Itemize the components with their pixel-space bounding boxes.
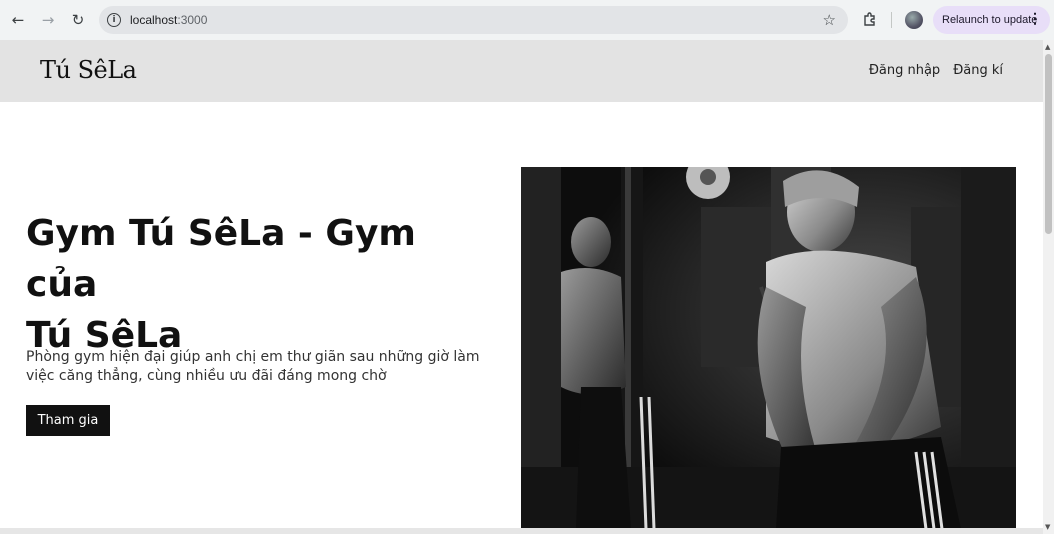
url-text[interactable]: localhost:3000	[130, 13, 207, 27]
star-icon[interactable]: ☆	[823, 11, 836, 29]
kebab-icon[interactable]: ⋮	[1028, 10, 1042, 27]
scroll-down-icon[interactable]: ▼	[1045, 523, 1050, 531]
browser-toolbar: ← → ↻ i localhost:3000 ☆ Relaunch to upd…	[0, 0, 1054, 40]
relaunch-label: Relaunch to update	[942, 14, 1038, 26]
page-scrollbar[interactable]: ▲ ▼	[1043, 40, 1054, 534]
register-link[interactable]: Đăng kí	[953, 63, 1003, 78]
profile-avatar[interactable]	[905, 11, 923, 29]
relaunch-button[interactable]: Relaunch to update ⋮	[933, 6, 1050, 34]
forward-icon[interactable]: →	[33, 5, 63, 35]
reload-icon[interactable]: ↻	[63, 5, 93, 35]
bottom-strip	[0, 528, 1043, 534]
site-logo[interactable]: Tú SêLa	[40, 56, 137, 84]
hero-title: Gym Tú SêLa - Gym của Tú SêLa	[26, 208, 496, 361]
hero-description-line2: việc căng thẳng, cùng nhiều ưu đãi đáng …	[26, 368, 387, 384]
address-bar[interactable]: i localhost:3000 ☆	[99, 6, 848, 34]
hero-image	[521, 167, 1016, 529]
info-icon[interactable]: i	[107, 13, 121, 27]
extensions-icon[interactable]	[860, 9, 880, 29]
site-nav: Đăng nhập Đăng kí	[869, 63, 1003, 78]
site-header: Tú SêLa Đăng nhập Đăng kí	[0, 40, 1043, 102]
scroll-thumb[interactable]	[1045, 54, 1052, 234]
hero-description: Phòng gym hiện đại giúp anh chị em thư g…	[26, 348, 496, 386]
login-link[interactable]: Đăng nhập	[869, 63, 940, 78]
back-icon[interactable]: ←	[3, 5, 33, 35]
scroll-up-icon[interactable]: ▲	[1045, 43, 1050, 51]
toolbar-divider	[891, 12, 892, 28]
hero-description-line1: Phòng gym hiện đại giúp anh chị em thư g…	[26, 349, 480, 365]
join-button[interactable]: Tham gia	[26, 405, 110, 436]
hero-title-line1: Gym Tú SêLa - Gym của	[26, 213, 416, 305]
